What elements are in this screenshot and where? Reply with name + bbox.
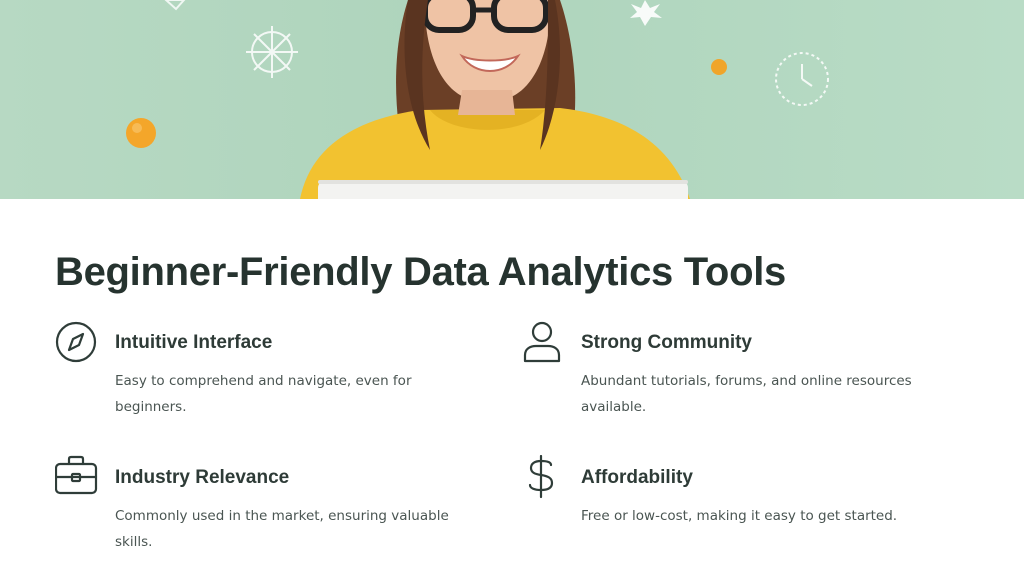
feature-description: Easy to comprehend and navigate, even fo…	[115, 373, 412, 415]
dollar-icon	[521, 455, 565, 499]
sun-doodle-icon	[246, 26, 298, 78]
hero-illustration	[126, 0, 829, 199]
star-doodle-icon	[630, 0, 662, 26]
feature-title: Intuitive Interface	[115, 332, 273, 353]
clock-doodle-icon	[775, 52, 829, 106]
page-title: Beginner-Friendly Data Analytics Tools	[55, 250, 786, 294]
feature-title: Affordability	[581, 467, 693, 488]
feature-description: Free or low-cost, making it easy to get …	[581, 508, 898, 524]
feature-title: Strong Community	[581, 332, 752, 353]
feature-title: Industry Relevance	[115, 467, 290, 488]
user-icon	[521, 320, 565, 364]
feature-description: Abundant tutorials, forums, and online r…	[581, 373, 912, 415]
hero-image	[0, 0, 1024, 199]
compass-icon	[55, 320, 99, 364]
briefcase-icon	[55, 455, 99, 499]
feature-description: Commonly used in the market, ensuring va…	[115, 508, 449, 550]
